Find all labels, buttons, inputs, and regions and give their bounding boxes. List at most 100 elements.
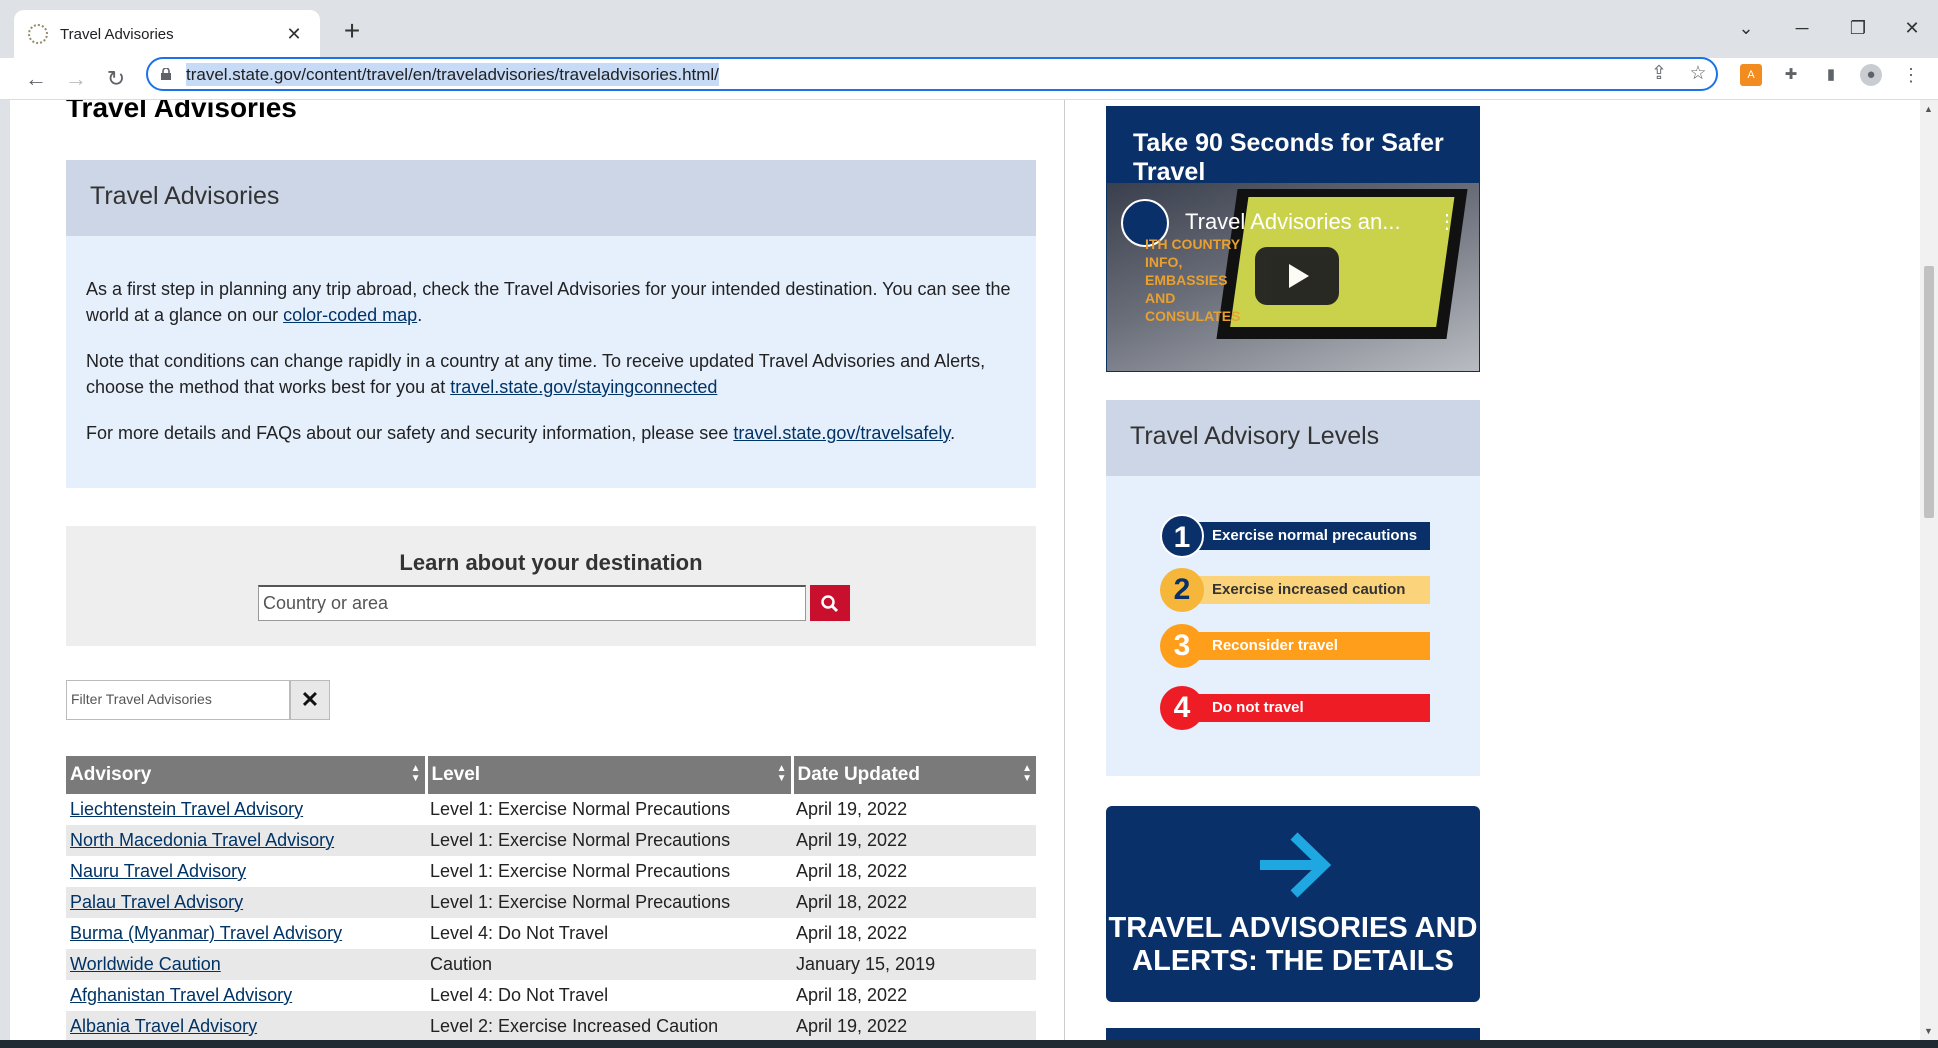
country-search-input[interactable]: Country or area bbox=[258, 585, 806, 621]
advisory-link[interactable]: Worldwide Caution bbox=[70, 954, 221, 974]
table-row: Nauru Travel Advisory Level 1: Exercise N… bbox=[66, 856, 1036, 887]
level-number: 3 bbox=[1160, 624, 1204, 668]
level-cell: Level 1: Exercise Normal Precautions bbox=[430, 799, 731, 819]
scroll-down-icon[interactable]: ▼ bbox=[1924, 1026, 1933, 1036]
level-cell: Level 1: Exercise Normal Precautions bbox=[426, 887, 792, 918]
os-taskbar bbox=[0, 1040, 1938, 1048]
sort-icon[interactable]: ▲ ▼ bbox=[777, 764, 787, 784]
date-cell: April 18, 2022 bbox=[796, 985, 908, 1005]
forward-icon[interactable]: → bbox=[60, 63, 92, 95]
table-row: Liechtenstein Travel Advisory Level 1: Ex… bbox=[66, 794, 1036, 825]
level-2-badge: 2 Exercise increased caution bbox=[1160, 568, 1430, 612]
profile-avatar[interactable]: ● bbox=[1860, 64, 1882, 86]
table-row: North Macedonia Travel Advisory Level 1: … bbox=[66, 825, 1036, 856]
level-number: 1 bbox=[1160, 514, 1204, 558]
minimize-icon[interactable]: ─ bbox=[1782, 10, 1822, 46]
advisory-levels-title: Travel Advisory Levels bbox=[1106, 400, 1480, 476]
table-row: Worldwide Caution Caution January 15, 2019 bbox=[66, 949, 1036, 980]
play-button-icon[interactable] bbox=[1255, 247, 1339, 305]
travel-safely-link[interactable]: travel.state.gov/travelsafely bbox=[733, 423, 950, 443]
date-cell: April 19, 2022 bbox=[796, 799, 908, 819]
advisory-link[interactable]: Albania Travel Advisory bbox=[70, 1016, 257, 1036]
level-number: 4 bbox=[1160, 686, 1204, 730]
filter-clear-button[interactable]: ✕ bbox=[290, 680, 330, 720]
restore-icon[interactable]: ❐ bbox=[1838, 10, 1878, 46]
column-header-level[interactable]: Level ▲ ▼ bbox=[426, 756, 794, 794]
level-1-badge: 1 Exercise normal precautions bbox=[1160, 514, 1430, 558]
close-window-icon[interactable]: ✕ bbox=[1892, 10, 1932, 46]
next-panel bbox=[1106, 1028, 1480, 1040]
level-label: Exercise increased caution bbox=[1182, 576, 1430, 604]
date-cell: April 18, 2022 bbox=[792, 887, 1036, 918]
lock-icon bbox=[161, 68, 171, 80]
level-cell: Level 2: Exercise Increased Caution bbox=[426, 1011, 792, 1040]
site-favicon-icon bbox=[28, 24, 48, 44]
info-paragraph-3: For more details and FAQs about our safe… bbox=[86, 423, 956, 443]
level-cell: Level 1: Exercise Normal Precautions bbox=[430, 861, 731, 881]
advisory-link[interactable]: Palau Travel Advisory bbox=[70, 892, 243, 912]
color-coded-map-link[interactable]: color-coded map bbox=[283, 305, 417, 325]
column-header-date[interactable]: Date Updated ▲ ▼ bbox=[792, 756, 1036, 794]
video-player[interactable]: Travel Advisories an... ⋮ ITH COUNTRY IN… bbox=[1107, 183, 1479, 371]
video-subtitle: ITH COUNTRY INFO, EMBASSIES AND CONSULAT… bbox=[1145, 236, 1241, 324]
url-text[interactable]: travel.state.gov/content/travel/en/trave… bbox=[186, 63, 719, 86]
level-label: Exercise normal precautions bbox=[1182, 522, 1430, 550]
tab-search-icon[interactable]: ⌄ bbox=[1726, 10, 1766, 46]
advisory-link[interactable]: Afghanistan Travel Advisory bbox=[70, 985, 292, 1005]
puzzle-icon[interactable]: ✚ bbox=[1780, 64, 1802, 86]
tab-close-icon[interactable]: ✕ bbox=[282, 24, 306, 45]
advisory-link[interactable]: Burma (Myanmar) Travel Advisory bbox=[70, 923, 342, 943]
level-3-badge: 3 Reconsider travel bbox=[1160, 624, 1430, 668]
advisories-details-button[interactable]: TRAVEL ADVISORIES AND ALERTS: THE DETAIL… bbox=[1106, 806, 1480, 1002]
info-paragraph-2: Note that conditions can change rapidly … bbox=[86, 351, 986, 397]
search-icon bbox=[821, 594, 839, 612]
sort-icon[interactable]: ▲ ▼ bbox=[1022, 764, 1032, 784]
level-cell: Level 4: Do Not Travel bbox=[430, 985, 609, 1005]
video-menu-icon[interactable]: ⋮ bbox=[1437, 209, 1457, 234]
sort-icon[interactable]: ▲ ▼ bbox=[411, 764, 421, 784]
advisory-link[interactable]: Liechtenstein Travel Advisory bbox=[70, 799, 303, 819]
page-scrollbar[interactable]: ▲ ▼ bbox=[1920, 100, 1938, 1040]
scroll-up-icon[interactable]: ▲ bbox=[1924, 104, 1933, 114]
column-divider bbox=[1064, 100, 1065, 1040]
destination-search-box: Learn about your destination Country or … bbox=[66, 526, 1036, 646]
destination-search-title: Learn about your destination bbox=[399, 550, 703, 575]
share-icon[interactable]: ⇪ bbox=[1645, 62, 1673, 85]
level-cell: Level 1: Exercise Normal Precautions bbox=[426, 825, 792, 856]
scroll-thumb[interactable] bbox=[1924, 266, 1934, 518]
table-row: Burma (Myanmar) Travel Advisory Level 4: … bbox=[66, 918, 1036, 949]
reload-icon[interactable]: ↻ bbox=[100, 63, 132, 95]
new-tab-button[interactable]: + bbox=[334, 14, 370, 48]
advisory-link[interactable]: Nauru Travel Advisory bbox=[70, 861, 246, 881]
tab-strip: Travel Advisories ✕ + ⌄ ─ ❐ ✕ bbox=[0, 0, 1938, 58]
date-cell: April 18, 2022 bbox=[796, 923, 908, 943]
staying-connected-link[interactable]: travel.state.gov/stayingconnected bbox=[450, 377, 717, 397]
page-viewport: Travel Advisories Travel Advisories As a… bbox=[10, 100, 1920, 1040]
menu-kebab-icon[interactable]: ⋮ bbox=[1900, 64, 1922, 86]
extension-icon[interactable]: A bbox=[1740, 64, 1762, 86]
level-label: Do not travel bbox=[1182, 694, 1430, 722]
date-cell: April 18, 2022 bbox=[796, 861, 908, 881]
advisory-link[interactable]: North Macedonia Travel Advisory bbox=[70, 830, 334, 850]
column-header-advisory[interactable]: Advisory ▲ ▼ bbox=[66, 756, 428, 794]
table-row: Afghanistan Travel Advisory Level 4: Do N… bbox=[66, 980, 1036, 1011]
search-button[interactable] bbox=[810, 585, 850, 621]
bookmark-star-icon[interactable]: ☆ bbox=[1684, 62, 1712, 85]
level-cell: Caution bbox=[426, 949, 792, 980]
side-panel-icon[interactable]: ▮ bbox=[1820, 64, 1842, 86]
filter-advisories-input[interactable]: Filter Travel Advisories bbox=[66, 680, 290, 720]
info-paragraph-1: As a first step in planning any trip abr… bbox=[86, 279, 1011, 325]
details-button-label: TRAVEL ADVISORIES AND ALERTS: THE DETAIL… bbox=[1108, 912, 1478, 977]
level-label: Reconsider travel bbox=[1182, 632, 1430, 660]
date-cell: January 15, 2019 bbox=[792, 949, 1036, 980]
info-box-title: Travel Advisories bbox=[66, 160, 1036, 236]
video-panel-title: Take 90 Seconds for Safer Travel bbox=[1107, 107, 1479, 186]
level-cell: Level 4: Do Not Travel bbox=[430, 923, 609, 943]
level-4-badge: 4 Do not travel bbox=[1160, 686, 1430, 730]
date-cell: April 19, 2022 bbox=[792, 1011, 1036, 1040]
browser-tab[interactable]: Travel Advisories ✕ bbox=[14, 10, 320, 58]
video-panel: Take 90 Seconds for Safer Travel Travel … bbox=[1106, 106, 1480, 372]
date-cell: April 19, 2022 bbox=[792, 825, 1036, 856]
back-icon[interactable]: ← bbox=[20, 63, 52, 95]
table-row: Palau Travel Advisory Level 1: Exercise N… bbox=[66, 887, 1036, 918]
